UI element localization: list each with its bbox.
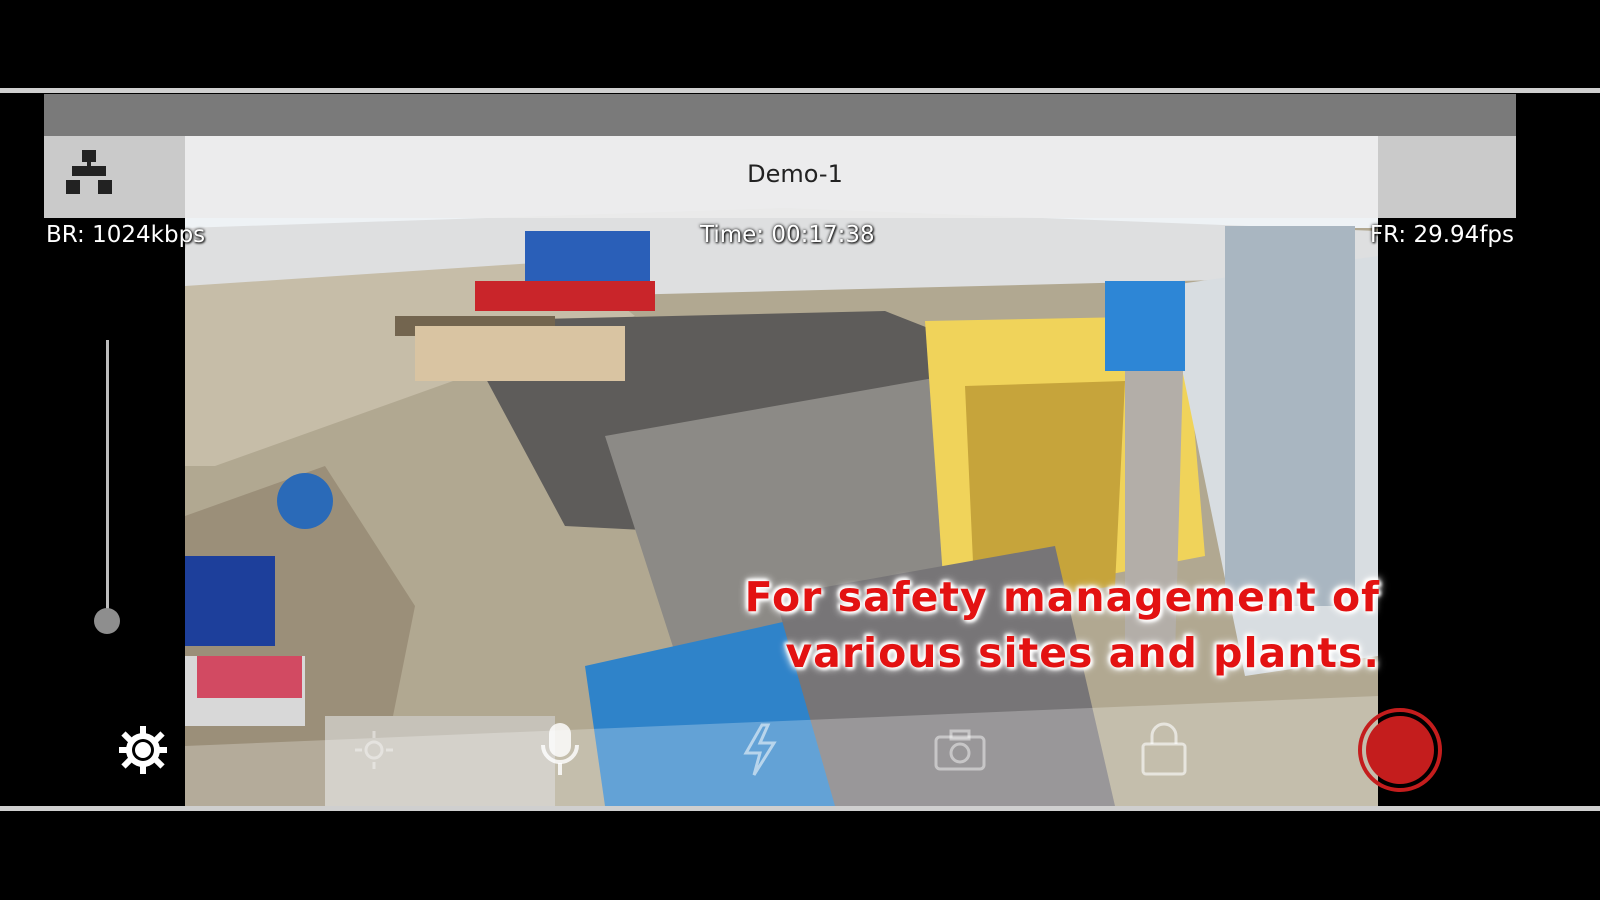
streaming-app: Demo-1 BR: 1024kbps Time: 00:17:38 FR: 2… — [44, 94, 1516, 806]
record-indicator — [1366, 716, 1434, 784]
camera-switch-icon[interactable] — [932, 722, 988, 778]
device-title: Demo-1 — [747, 160, 843, 188]
record-button[interactable] — [1358, 708, 1442, 792]
flash-icon[interactable] — [732, 722, 788, 778]
settings-icon[interactable] — [115, 722, 171, 778]
promo-caption-line-2: various sites and plants. — [785, 629, 1380, 677]
lock-icon[interactable] — [1136, 722, 1192, 778]
framerate-readout: FR: 29.94fps — [1369, 222, 1514, 248]
frame-divider-top — [0, 88, 1600, 93]
promo-caption-line-1: For safety management of — [744, 573, 1380, 621]
zoom-slider-track[interactable] — [106, 340, 109, 620]
screenshot-root: Demo-1 BR: 1024kbps Time: 00:17:38 FR: 2… — [0, 0, 1600, 900]
promo-caption: For safety management of various sites a… — [745, 569, 1380, 681]
brightness-icon[interactable] — [346, 722, 402, 778]
bitrate-readout: BR: 1024kbps — [46, 222, 206, 248]
status-strip — [44, 94, 1516, 136]
time-readout: Time: 00:17:38 — [700, 222, 875, 248]
microphone-icon[interactable] — [532, 722, 588, 778]
frame-divider-bottom — [0, 806, 1600, 811]
zoom-slider-handle[interactable] — [94, 608, 120, 634]
